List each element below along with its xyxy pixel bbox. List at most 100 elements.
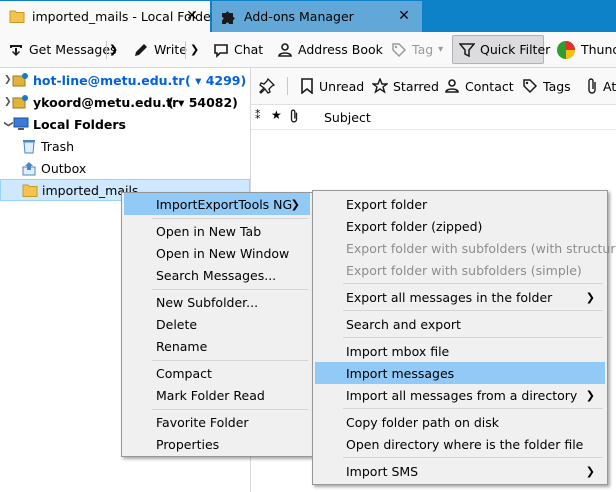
pie-chart-icon <box>557 40 575 59</box>
pencil-icon <box>135 43 147 56</box>
menu-item-search-messages[interactable]: Search Messages... <box>124 264 310 286</box>
unread-filter-button[interactable]: Unread <box>300 74 364 98</box>
outbox-label: Outbox <box>41 160 87 176</box>
attachment-column-icon[interactable] <box>289 109 299 126</box>
get-messages-button[interactable]: Get Messages <box>8 35 117 64</box>
menu-item-label: Rename <box>156 338 208 354</box>
submenu-item-copy-folder-path[interactable]: Copy folder path on disk <box>315 411 605 433</box>
menu-item-importexporttools[interactable]: ImportExportTools NG ❯ <box>124 193 310 215</box>
menu-item-label: Compact <box>156 365 212 381</box>
unread-label: Unread <box>319 78 365 94</box>
menu-item-label: Import SMS <box>346 463 419 479</box>
account-ykoord[interactable]: ❯ ykoord@metu.edu.tr ( ▾ 54082) <box>0 91 250 113</box>
chevron-right-icon: ❯ <box>585 388 595 402</box>
outbox-icon <box>22 161 36 175</box>
submenu-item-search-and-export[interactable]: Search and export <box>315 313 605 335</box>
tag-icon <box>392 42 407 57</box>
chevron-right-icon: ❯ <box>585 464 595 478</box>
write-dropdown[interactable]: ❯ <box>190 35 199 64</box>
menu-item-label: Favorite Folder <box>156 414 249 430</box>
menu-item-delete[interactable]: Delete <box>124 313 310 335</box>
star-icon <box>372 78 388 94</box>
menu-separator <box>343 408 603 409</box>
app-menu-button[interactable]: Thund <box>556 35 616 64</box>
account-name: ykoord@metu.edu.tr <box>33 94 179 110</box>
tags-label: Tags <box>543 78 571 94</box>
tab-imported-mails[interactable]: imported_mails - Local Folders ✕ <box>0 1 222 32</box>
submenu-item-open-directory[interactable]: Open directory where is the folder file <box>315 433 605 455</box>
submenu-item-export-simple[interactable]: Export folder with subfolders (simple) <box>315 259 605 281</box>
account-name: hot-line@metu.edu.tr <box>33 72 185 88</box>
menu-separator <box>343 283 603 284</box>
address-book-button[interactable]: Address Book <box>277 35 383 64</box>
quick-filter-label: Quick Filter <box>480 42 551 57</box>
subject-column[interactable]: Subject <box>324 110 371 125</box>
unread-count: ( ▾ 4299) <box>185 72 247 88</box>
paperclip-icon <box>588 78 596 94</box>
menu-item-label: Mark Folder Read <box>156 387 265 403</box>
menu-item-label: Copy folder path on disk <box>346 414 500 430</box>
tag-icon <box>523 79 538 94</box>
tab-title: Add-ons Manager <box>244 9 354 24</box>
quick-filter-button[interactable]: Quick Filter <box>452 35 550 64</box>
puzzle-icon <box>220 8 237 28</box>
menu-separator <box>152 289 308 290</box>
write-button[interactable]: Write <box>133 35 187 64</box>
tag-button[interactable]: Tag ▾ <box>391 35 443 64</box>
folder-outbox[interactable]: Outbox <box>0 157 250 179</box>
get-messages-dropdown[interactable]: ❯ <box>109 35 118 64</box>
chevron-right-icon: ❯ <box>4 75 12 85</box>
divider <box>106 41 107 59</box>
submenu-item-import-from-directory[interactable]: Import all messages from a directory ❯ <box>315 384 605 406</box>
menu-item-label: Open directory where is the folder file <box>346 436 584 452</box>
tab-addons-manager[interactable]: Add-ons Manager ✕ <box>212 1 422 32</box>
submenu-item-export-folder[interactable]: Export folder <box>315 193 605 215</box>
menu-item-open-new-tab[interactable]: Open in New Tab <box>124 220 310 242</box>
menu-item-label: Import all messages from a directory <box>346 387 578 403</box>
chat-button[interactable]: Chat <box>213 35 263 64</box>
submenu-item-import-sms[interactable]: Import SMS ❯ <box>315 460 605 482</box>
chevron-right-icon: ❯ <box>290 197 300 211</box>
menu-item-compact[interactable]: Compact <box>124 362 310 384</box>
starred-filter-button[interactable]: Starred <box>372 74 439 98</box>
local-folders[interactable]: ❯ Local Folders <box>0 113 250 135</box>
menu-item-new-subfolder[interactable]: New Subfolder... <box>124 291 310 313</box>
menu-item-properties[interactable]: Properties <box>124 433 310 455</box>
chevron-down-icon: ❯ <box>190 43 200 56</box>
thread-column-icon[interactable]: ⁑ <box>255 109 261 122</box>
submenu-item-import-mbox[interactable]: Import mbox file <box>315 340 605 362</box>
sticky-filter-button[interactable] <box>259 74 280 98</box>
contact-icon <box>445 79 459 93</box>
star-column-icon[interactable]: ★ <box>271 108 282 122</box>
divider <box>287 77 288 95</box>
write-label: Write <box>154 42 188 57</box>
attachment-filter-button[interactable]: Att <box>586 74 616 98</box>
filter-icon <box>459 42 475 57</box>
unread-count: ( ▾ 54082) <box>168 94 238 110</box>
menu-item-mark-folder-read[interactable]: Mark Folder Read <box>124 384 310 406</box>
tags-filter-button[interactable]: Tags <box>522 74 571 98</box>
close-icon[interactable]: ✕ <box>396 8 412 24</box>
divider <box>185 41 186 59</box>
menu-item-label: Properties <box>156 436 220 452</box>
contact-filter-button[interactable]: Contact <box>444 74 514 98</box>
trash-icon <box>23 139 35 153</box>
account-hot-line[interactable]: ❯ hot-line@metu.edu.tr ( ▾ 4299) <box>0 69 250 91</box>
menu-item-label: Search Messages... <box>156 267 277 283</box>
submenu-item-export-with-structure[interactable]: Export folder with subfolders (with stru… <box>315 237 616 259</box>
chevron-down-icon: ▾ <box>438 44 444 55</box>
close-icon[interactable]: ✕ <box>184 8 200 24</box>
menu-item-label: Export all messages in the folder <box>346 289 553 305</box>
submenu-item-export-all-messages[interactable]: Export all messages in the folder ❯ <box>315 286 605 308</box>
menu-item-rename[interactable]: Rename <box>124 335 310 357</box>
folder-icon <box>9 9 25 26</box>
menu-item-favorite-folder[interactable]: Favorite Folder <box>124 411 310 433</box>
submenu-item-export-folder-zipped[interactable]: Export folder (zipped) <box>315 215 605 237</box>
menu-item-label: Import messages <box>346 365 455 381</box>
folder-trash[interactable]: Trash <box>0 135 250 157</box>
menu-item-open-new-window[interactable]: Open in New Window <box>124 242 310 264</box>
attachment-label: Att <box>603 78 616 94</box>
address-book-label: Address Book <box>298 42 383 57</box>
submenu-item-import-messages[interactable]: Import messages <box>315 362 605 384</box>
menu-separator <box>152 360 308 361</box>
